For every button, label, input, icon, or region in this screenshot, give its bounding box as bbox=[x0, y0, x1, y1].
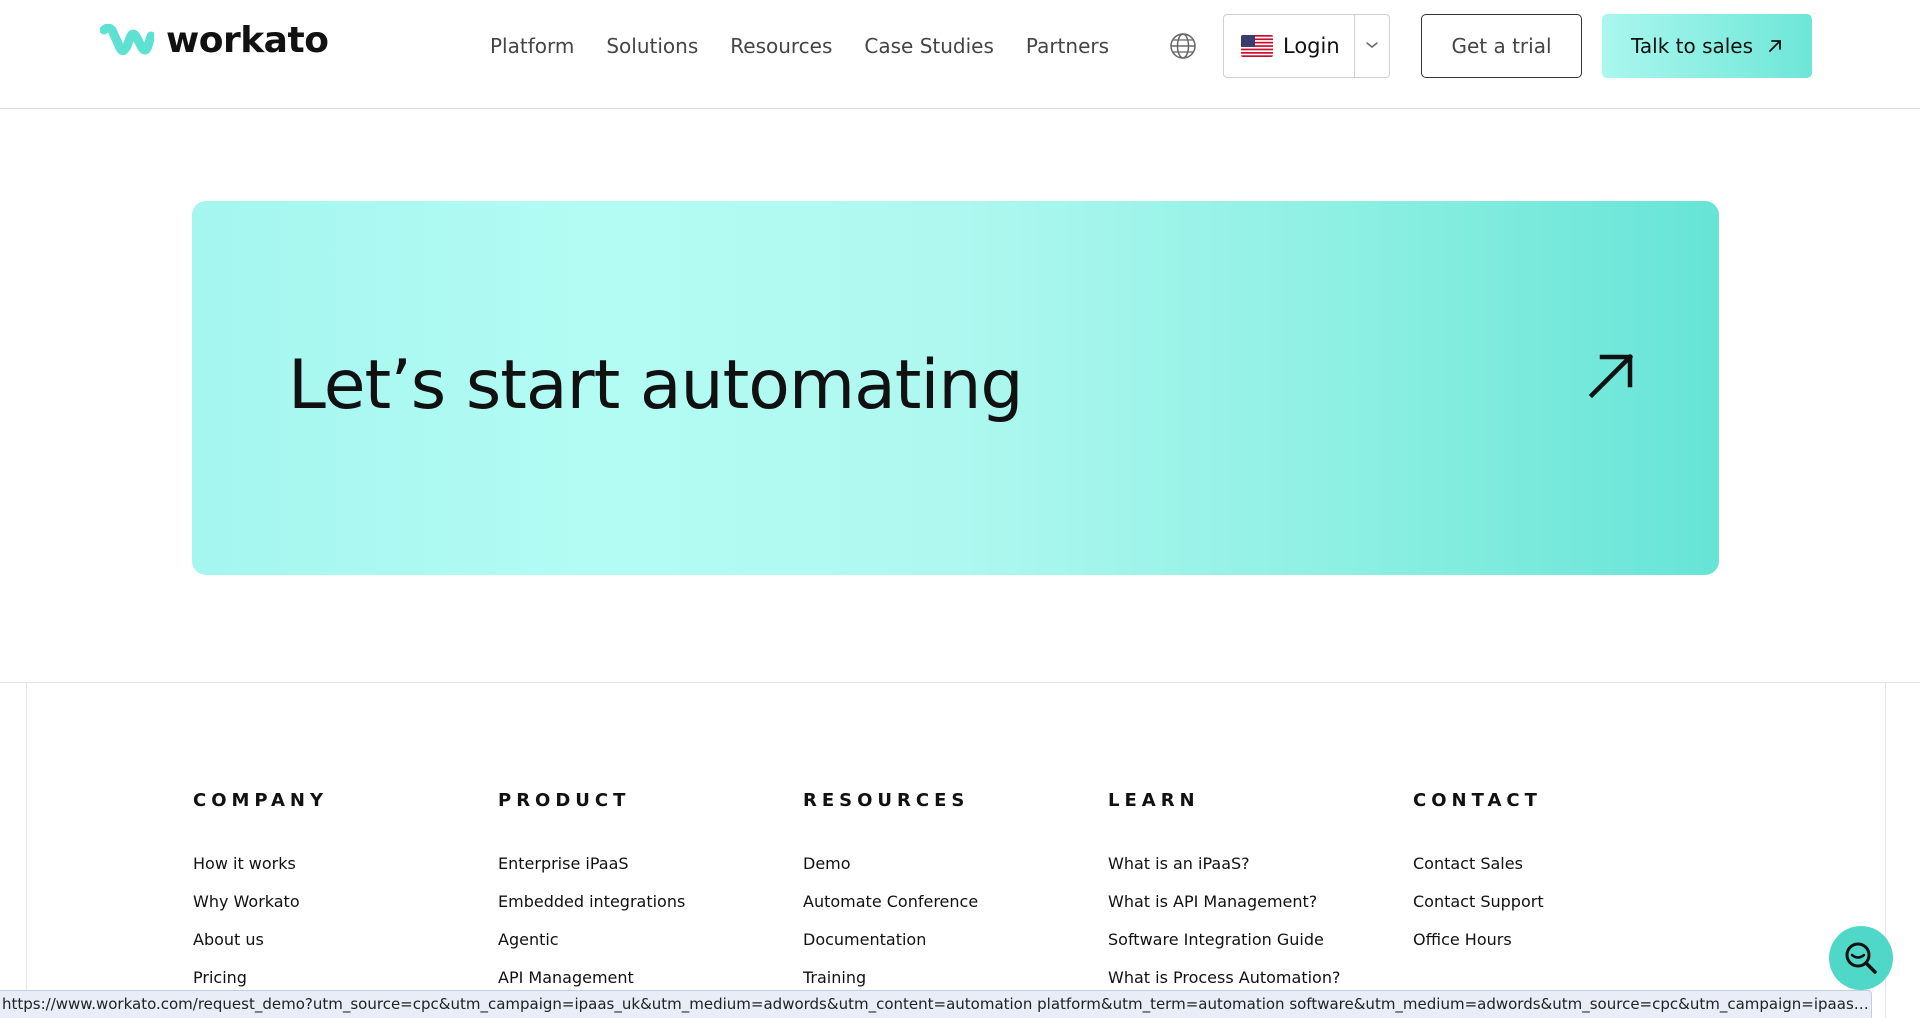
arrow-up-right-icon bbox=[1769, 40, 1781, 52]
footer-link-enterprise-ipaas[interactable]: Enterprise iPaaS bbox=[498, 854, 788, 892]
login-dropdown[interactable]: Login bbox=[1223, 14, 1390, 78]
globe-icon[interactable] bbox=[1168, 31, 1198, 61]
get-a-trial-button[interactable]: Get a trial bbox=[1421, 14, 1582, 78]
footer-border bbox=[26, 683, 27, 1018]
footer-heading: PRODUCT bbox=[498, 790, 631, 811]
talk-to-sales-button[interactable]: Talk to sales bbox=[1602, 14, 1812, 78]
footer-link-documentation[interactable]: Documentation bbox=[803, 930, 1093, 968]
chat-widget-button[interactable] bbox=[1829, 926, 1893, 990]
arrow-up-right-icon bbox=[1588, 353, 1634, 399]
footer-link-office-hours[interactable]: Office Hours bbox=[1413, 930, 1703, 968]
footer-link-software-integration-guide[interactable]: Software Integration Guide bbox=[1108, 930, 1398, 968]
workato-logo-icon bbox=[100, 24, 154, 56]
site-header: workato Platform Solutions Resources Cas… bbox=[0, 0, 1920, 109]
nav-case-studies[interactable]: Case Studies bbox=[864, 30, 994, 62]
footer-link-about-us[interactable]: About us bbox=[193, 930, 483, 968]
nav-solutions[interactable]: Solutions bbox=[606, 30, 698, 62]
footer-link-demo[interactable]: Demo bbox=[803, 854, 1093, 892]
footer-link-why-workato[interactable]: Why Workato bbox=[193, 892, 483, 930]
footer-heading: RESOURCES bbox=[803, 790, 970, 811]
login-divider bbox=[1354, 15, 1355, 77]
footer-link-automate-conference[interactable]: Automate Conference bbox=[803, 892, 1093, 930]
footer-link-what-is-ipaas[interactable]: What is an iPaaS? bbox=[1108, 854, 1398, 892]
footer-link-how-it-works[interactable]: How it works bbox=[193, 854, 483, 892]
us-flag-icon bbox=[1241, 35, 1273, 57]
browser-status-bar: https://www.workato.com/request_demo?utm… bbox=[0, 990, 1872, 1018]
start-automating-banner[interactable]: Let’s start automating bbox=[192, 201, 1719, 575]
footer-link-what-is-api-management[interactable]: What is API Management? bbox=[1108, 892, 1398, 930]
footer-heading: CONTACT bbox=[1413, 790, 1542, 811]
chat-search-icon bbox=[1845, 942, 1877, 974]
footer-column-learn: LEARN What is an iPaaS? What is API Mana… bbox=[1108, 790, 1398, 1006]
nav-platform[interactable]: Platform bbox=[490, 30, 574, 62]
nav-partners[interactable]: Partners bbox=[1026, 30, 1109, 62]
footer-link-contact-sales[interactable]: Contact Sales bbox=[1413, 854, 1703, 892]
main-nav: Platform Solutions Resources Case Studie… bbox=[490, 30, 1141, 62]
workato-logo[interactable]: workato bbox=[100, 20, 329, 62]
footer-heading: LEARN bbox=[1108, 790, 1200, 811]
footer-column-company: COMPANY How it works Why Workato About u… bbox=[193, 790, 483, 1006]
login-label[interactable]: Login bbox=[1283, 34, 1340, 58]
logo-text: workato bbox=[166, 20, 329, 61]
footer-divider bbox=[0, 682, 1920, 683]
footer-heading: COMPANY bbox=[193, 790, 328, 811]
talk-to-sales-label: Talk to sales bbox=[1630, 34, 1754, 58]
footer-column-contact: CONTACT Contact Sales Contact Support Of… bbox=[1413, 790, 1703, 968]
footer-link-embedded-integrations[interactable]: Embedded integrations bbox=[498, 892, 788, 930]
nav-resources[interactable]: Resources bbox=[730, 30, 832, 62]
chevron-down-icon[interactable] bbox=[1362, 35, 1382, 55]
footer-link-contact-support[interactable]: Contact Support bbox=[1413, 892, 1703, 930]
footer-column-product: PRODUCT Enterprise iPaaS Embedded integr… bbox=[498, 790, 788, 1006]
footer-column-resources: RESOURCES Demo Automate Conference Docum… bbox=[803, 790, 1093, 1006]
footer-link-agentic[interactable]: Agentic bbox=[498, 930, 788, 968]
cta-title: Let’s start automating bbox=[288, 346, 1024, 425]
